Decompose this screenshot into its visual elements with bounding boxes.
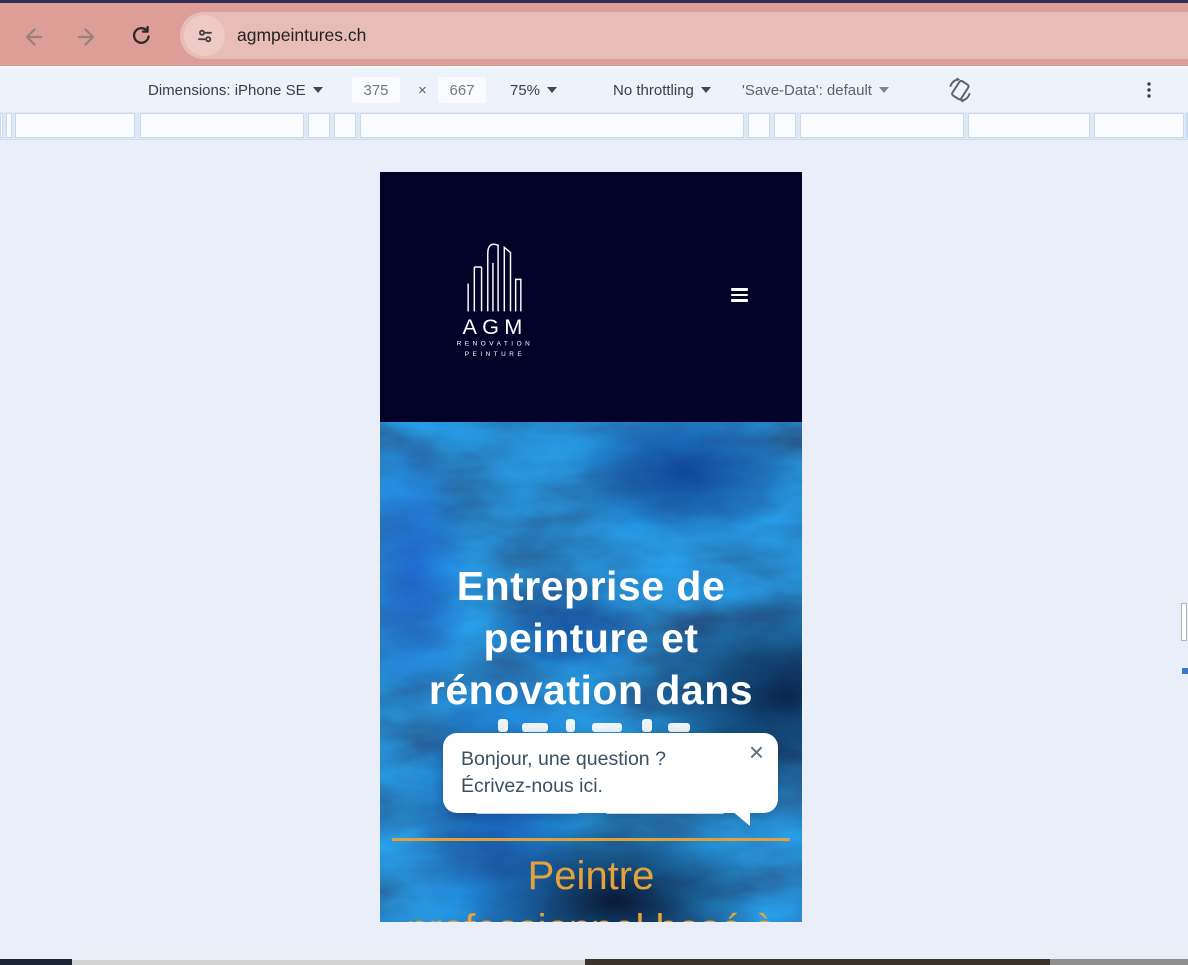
hero-section: Entreprise de peinture et rénovation dan… <box>380 422 802 922</box>
save-data-select[interactable]: 'Save-Data': default <box>742 68 889 112</box>
rotate-viewport-button[interactable] <box>946 68 974 112</box>
back-arrow-icon <box>21 25 45 49</box>
device-select[interactable]: Dimensions: iPhone SE <box>148 68 323 112</box>
obscured-heading-line <box>668 723 690 732</box>
hero-subheading: Peintre professionnel basé à <box>380 850 802 922</box>
media-query-segment[interactable] <box>1094 113 1184 138</box>
chevron-down-icon <box>313 87 323 93</box>
reload-button[interactable] <box>124 20 158 54</box>
device-select-label: Dimensions: iPhone SE <box>148 82 306 99</box>
url-text: agmpeintures.ch <box>237 25 366 46</box>
save-data-select-label: 'Save-Data': default <box>742 82 872 99</box>
devtools-canvas: AGM RENOVATION PEINTURE <box>0 140 1188 960</box>
obscured-heading-line <box>566 719 575 732</box>
obscured-heading-line <box>522 723 548 732</box>
bottom-window-edge <box>0 959 72 965</box>
obscured-heading-line <box>498 719 508 732</box>
media-query-segment[interactable] <box>360 113 744 138</box>
logo-line2: RENOVATION <box>457 341 533 348</box>
devtools-device-toolbar: Dimensions: iPhone SE × 75% No throttlin… <box>0 68 1188 112</box>
hero-heading: Entreprise de peinture et rénovation dan… <box>380 560 802 716</box>
hero-heading-line: peinture et <box>380 612 802 664</box>
throttling-select-label: No throttling <box>613 82 694 99</box>
hero-subheading-line: professionnel basé à <box>380 903 802 922</box>
screen: agmpeintures.ch Dimensions: iPhone SE × … <box>0 0 1188 965</box>
tune-icon <box>195 26 215 46</box>
chat-prompt-bubble[interactable]: Bonjour, une question ? Écrivez-nous ici… <box>443 733 778 813</box>
device-viewport: AGM RENOVATION PEINTURE <box>380 172 802 922</box>
obscured-heading-line <box>592 723 622 732</box>
media-query-segment[interactable] <box>15 113 135 138</box>
reload-icon <box>129 25 153 49</box>
height-input[interactable] <box>438 77 486 103</box>
chevron-down-icon <box>547 87 557 93</box>
media-query-segment[interactable] <box>748 113 770 138</box>
hero-heading-line: Entreprise de <box>380 560 802 612</box>
rotate-device-icon <box>946 76 974 104</box>
media-query-segment[interactable] <box>800 113 964 138</box>
dimensions-multiply: × <box>418 68 427 112</box>
chevron-down-icon <box>701 87 711 93</box>
hamburger-menu-icon[interactable] <box>731 288 748 302</box>
obscured-heading-line <box>642 719 652 732</box>
site-settings-button[interactable] <box>184 15 225 56</box>
media-query-segment[interactable] <box>6 113 12 138</box>
throttling-select[interactable]: No throttling <box>613 68 711 112</box>
media-query-segment[interactable] <box>334 113 356 138</box>
bottom-window-edge <box>72 959 585 965</box>
gold-divider-line <box>392 838 790 841</box>
back-button[interactable] <box>16 20 50 54</box>
url-bar[interactable]: agmpeintures.ch <box>180 12 1188 59</box>
chevron-down-icon <box>879 87 889 93</box>
chat-prompt-text: Bonjour, une question ? Écrivez-nous ici… <box>461 746 666 800</box>
chat-prompt-line: Bonjour, une question ? <box>461 746 666 773</box>
hero-subheading-line: Peintre <box>380 850 802 903</box>
logo-name: AGM <box>463 314 528 339</box>
logo-line3: PEINTURE <box>465 351 525 358</box>
forward-arrow-icon <box>75 25 99 49</box>
media-query-segment[interactable] <box>0 113 3 138</box>
more-options-button[interactable] <box>1137 68 1161 112</box>
scrollbar-marker <box>1182 668 1188 674</box>
building-logo-icon <box>468 244 521 311</box>
browser-toolbar: agmpeintures.ch <box>0 3 1188 66</box>
forward-button[interactable] <box>70 20 104 54</box>
media-query-ruler <box>0 112 1188 140</box>
zoom-select[interactable]: 75% <box>510 68 557 112</box>
agm-logo[interactable]: AGM RENOVATION PEINTURE <box>453 236 537 360</box>
width-input[interactable] <box>352 77 400 103</box>
scrollbar-thumb[interactable] <box>1181 603 1187 641</box>
bottom-window-edge <box>585 959 1050 965</box>
media-query-segment[interactable] <box>140 113 304 138</box>
kebab-menu-icon <box>1137 78 1161 102</box>
chat-prompt-line: Écrivez-nous ici. <box>461 773 666 800</box>
hero-heading-line: rénovation dans <box>380 664 802 716</box>
site-header: AGM RENOVATION PEINTURE <box>380 172 802 422</box>
close-icon[interactable]: × <box>749 737 764 767</box>
media-query-segment[interactable] <box>774 113 796 138</box>
bottom-window-edge <box>1050 959 1188 965</box>
media-query-segment[interactable] <box>308 113 330 138</box>
zoom-select-label: 75% <box>510 82 540 99</box>
media-query-segment[interactable] <box>968 113 1090 138</box>
